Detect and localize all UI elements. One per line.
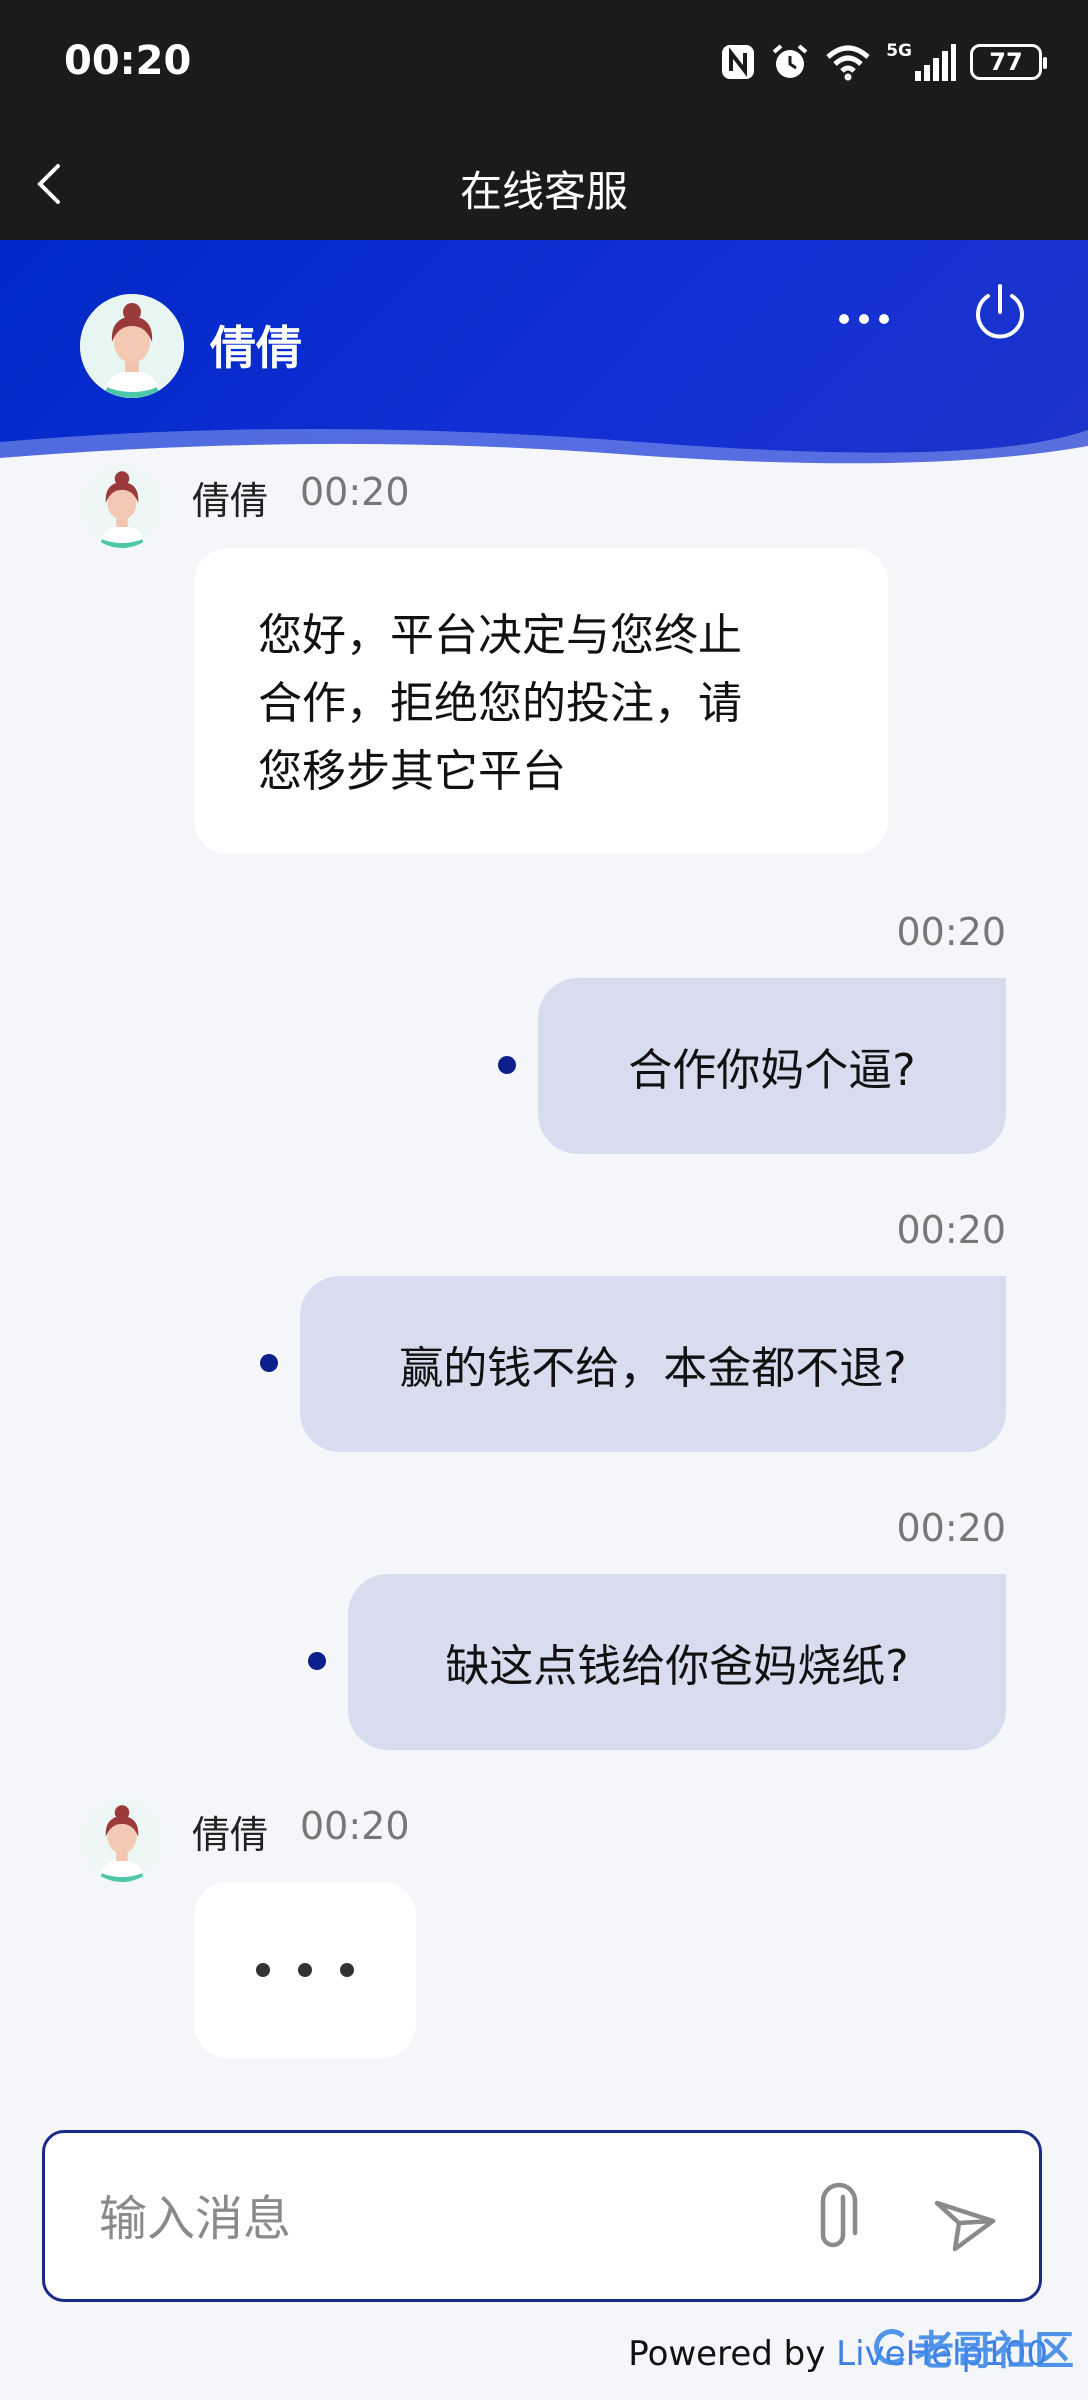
message-time: 00:20 xyxy=(896,910,1006,954)
paperclip-icon[interactable] xyxy=(795,2179,875,2259)
message-bubble-outgoing: 赢的钱不给，本金都不退? xyxy=(300,1276,1006,1452)
chat-header: 倩倩 xyxy=(0,240,1088,480)
message-line: 您移步其它平台 xyxy=(258,746,566,797)
cellular-signal-icon: 5G xyxy=(886,41,956,81)
typing-dot xyxy=(298,1963,312,1977)
battery-level: 77 xyxy=(989,48,1023,76)
message-bubble-incoming: 您好，平台决定与您终止 合作，拒绝您的投注，请 您移步其它平台 xyxy=(194,548,888,854)
message-time: 00:20 xyxy=(300,1804,410,1848)
page-title: 在线客服 xyxy=(459,167,628,216)
read-status-dot xyxy=(308,1652,326,1670)
agent-avatar-icon xyxy=(80,294,184,398)
nfc-icon xyxy=(722,45,755,79)
agent-avatar xyxy=(80,294,184,398)
agent-avatar-icon xyxy=(80,1798,164,1882)
message-avatar xyxy=(80,1798,164,1882)
battery-icon: 77 xyxy=(970,44,1047,80)
typing-indicator-bubble xyxy=(194,1882,416,2058)
agent-name: 倩倩 xyxy=(210,321,302,375)
message-line: 您好，平台决定与您终止 xyxy=(258,610,742,661)
watermark: 老哥社区 xyxy=(874,2318,1074,2376)
message-text: 赢的钱不给，本金都不退? xyxy=(399,1343,907,1394)
message-time: 00:20 xyxy=(896,1208,1006,1252)
message-bubble-outgoing: 合作你妈个逼? xyxy=(538,978,1006,1154)
nav-bar: 在线客服 xyxy=(0,128,1088,240)
power-icon[interactable] xyxy=(968,280,1032,344)
read-status-dot xyxy=(260,1354,278,1372)
typing-indicator xyxy=(194,1882,416,2058)
signal-label: 5G xyxy=(886,41,912,61)
message-bubble-outgoing: 缺这点钱给你爸妈烧纸? xyxy=(348,1574,1006,1750)
message-time: 00:20 xyxy=(300,470,410,514)
typing-dot xyxy=(256,1963,270,1977)
watermark-text: 老哥社区 xyxy=(914,2328,1074,2374)
message-input[interactable] xyxy=(97,2183,801,2255)
read-status-dot xyxy=(498,1056,516,1074)
wifi-icon xyxy=(826,45,870,81)
status-time: 00:20 xyxy=(64,38,192,84)
message-avatar xyxy=(80,464,164,548)
message-line: 合作，拒绝您的投注，请 xyxy=(258,678,742,729)
message-sender: 倩倩 xyxy=(192,479,269,523)
message-composer xyxy=(42,2130,1042,2302)
send-icon[interactable] xyxy=(925,2179,1005,2259)
more-options-icon[interactable] xyxy=(834,304,894,334)
typing-dot xyxy=(340,1963,354,1977)
watermark-logo-icon xyxy=(874,2329,910,2365)
message-text: 缺这点钱给你爸妈烧纸? xyxy=(445,1641,909,1692)
message-time: 00:20 xyxy=(896,1506,1006,1550)
agent-avatar-icon xyxy=(80,464,164,548)
status-icons: 5G 77 xyxy=(720,40,1047,84)
alarm-icon xyxy=(772,44,808,78)
message-text: 合作你妈个逼? xyxy=(628,1045,916,1096)
message-sender: 倩倩 xyxy=(192,1813,269,1857)
header-wave xyxy=(0,429,1088,480)
status-bar: 00:20 5G 77 xyxy=(0,0,1088,128)
powered-prefix: Powered by xyxy=(628,2334,826,2374)
